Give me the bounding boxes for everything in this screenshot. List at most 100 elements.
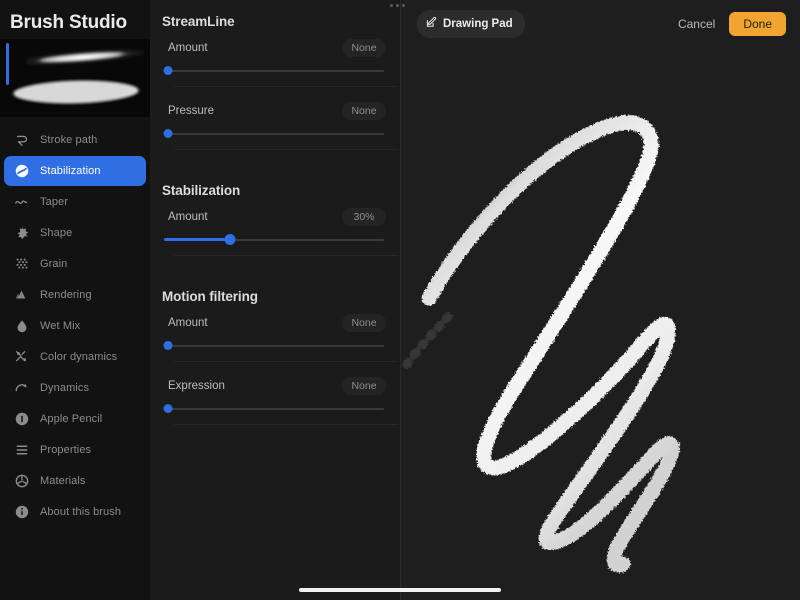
setting-row-head: Amount None bbox=[162, 39, 386, 57]
setting-row: Expression None bbox=[162, 377, 398, 425]
setting-row-head: Amount 30% bbox=[162, 208, 386, 226]
section-title-stabilization: Stabilization bbox=[162, 183, 241, 198]
setting-row: Amount None bbox=[162, 314, 398, 362]
slider-knob[interactable] bbox=[163, 341, 173, 350]
sidebar-item-materials[interactable]: Materials bbox=[4, 466, 146, 496]
shape-icon bbox=[12, 223, 32, 243]
setting-row: Amount None bbox=[162, 39, 398, 87]
setting-row-head: Expression None bbox=[162, 377, 386, 395]
setting-slider[interactable] bbox=[163, 66, 384, 76]
slider-track bbox=[164, 408, 384, 410]
sidebar-item-grain[interactable]: Grain bbox=[4, 249, 146, 279]
page-title: Brush Studio bbox=[10, 12, 127, 33]
sidebar-item-label: Materials bbox=[40, 475, 86, 487]
setting-row-head: Pressure None bbox=[162, 102, 386, 120]
sidebar-item-rendering[interactable]: Rendering bbox=[4, 280, 146, 310]
sidebar-item-properties[interactable]: Properties bbox=[4, 435, 146, 465]
slider-fill bbox=[164, 238, 230, 241]
slider-knob[interactable] bbox=[163, 404, 173, 413]
sidebar-item-about-this-brush[interactable]: About this brush bbox=[4, 497, 146, 527]
slider-track bbox=[164, 133, 384, 135]
info-icon bbox=[12, 502, 32, 522]
setting-label: Amount bbox=[168, 211, 208, 223]
grain-icon bbox=[12, 254, 32, 274]
sidebar-nav: Stroke path Stabilization Taper Shape Grain R… bbox=[0, 125, 150, 527]
row-divider bbox=[174, 86, 398, 87]
drawing-pane: Drawing Pad Cancel Done bbox=[390, 0, 800, 600]
setting-label: Amount bbox=[168, 42, 208, 54]
slider-knob[interactable] bbox=[224, 234, 236, 245]
sidebar-item-taper[interactable]: Taper bbox=[4, 187, 146, 217]
slider-track bbox=[164, 345, 384, 347]
sidebar-item-label: Dynamics bbox=[40, 382, 90, 394]
properties-icon bbox=[12, 440, 32, 460]
taper-icon bbox=[12, 192, 32, 212]
row-divider bbox=[174, 424, 398, 425]
stroke-path-icon bbox=[12, 130, 32, 150]
slider-knob[interactable] bbox=[163, 129, 173, 138]
toolbar-actions: Cancel Done bbox=[678, 12, 786, 36]
brush-stroke-artwork bbox=[402, 115, 680, 573]
rendering-icon bbox=[12, 285, 32, 305]
sidebar-item-stroke-path[interactable]: Stroke path bbox=[4, 125, 146, 155]
sidebar-item-label: Shape bbox=[40, 227, 73, 239]
dynamics-icon bbox=[12, 378, 32, 398]
setting-slider[interactable] bbox=[163, 129, 384, 139]
slider-knob[interactable] bbox=[163, 66, 173, 75]
setting-label: Amount bbox=[168, 317, 208, 329]
setting-row: Pressure None bbox=[162, 102, 398, 150]
brush-studio-window: Brush Studio Stroke path Stabilization Tap… bbox=[0, 0, 800, 600]
sidebar-item-wet-mix[interactable]: Wet Mix bbox=[4, 311, 146, 341]
setting-label: Expression bbox=[168, 380, 225, 392]
sidebar-item-label: Taper bbox=[40, 196, 69, 208]
sidebar-item-color-dynamics[interactable]: Color dynamics bbox=[4, 342, 146, 372]
section-title-streamline: StreamLine bbox=[162, 14, 235, 29]
row-divider bbox=[174, 255, 398, 256]
setting-label: Pressure bbox=[168, 105, 215, 117]
sidebar-item-label: Apple Pencil bbox=[40, 413, 103, 425]
sidebar: Brush Studio Stroke path Stabilization Tap… bbox=[0, 0, 150, 600]
setting-row: Amount 30% bbox=[162, 208, 398, 256]
setting-slider[interactable] bbox=[164, 234, 384, 245]
setting-row-head: Amount None bbox=[162, 314, 386, 332]
settings-panel: StreamLine Amount None Pressure None Stabiliz… bbox=[150, 0, 400, 600]
row-divider bbox=[174, 361, 398, 362]
brush-preview-stroke-solid bbox=[5, 73, 147, 111]
setting-slider[interactable] bbox=[163, 404, 384, 414]
setting-value: None bbox=[342, 102, 386, 120]
done-button[interactable]: Done bbox=[729, 12, 786, 36]
materials-icon bbox=[12, 471, 32, 491]
setting-value: None bbox=[342, 314, 386, 332]
brush-preview bbox=[0, 39, 150, 117]
sidebar-item-label: Stabilization bbox=[40, 165, 101, 177]
sidebar-item-dynamics[interactable]: Dynamics bbox=[4, 373, 146, 403]
sidebar-item-label: About this brush bbox=[40, 506, 122, 518]
sidebar-item-label: Properties bbox=[40, 444, 92, 456]
color-dynamics-icon bbox=[12, 347, 32, 367]
home-indicator bbox=[299, 588, 501, 592]
sidebar-item-label: Color dynamics bbox=[40, 351, 118, 363]
sidebar-item-label: Grain bbox=[40, 258, 68, 270]
drawing-pad-label: Drawing Pad bbox=[443, 18, 513, 30]
pencil-square-icon bbox=[426, 15, 437, 33]
sidebar-item-apple-pencil[interactable]: Apple Pencil bbox=[4, 404, 146, 434]
setting-value: 30% bbox=[342, 208, 386, 226]
setting-value: None bbox=[342, 377, 386, 395]
row-divider bbox=[174, 149, 398, 150]
drawing-pad-button[interactable]: Drawing Pad bbox=[417, 10, 525, 38]
cancel-button[interactable]: Cancel bbox=[678, 17, 715, 31]
section-title-motion-filtering: Motion filtering bbox=[162, 289, 258, 304]
brush-preview-stroke-soft bbox=[25, 44, 145, 70]
drawing-pad-toolbar: Drawing Pad Cancel Done bbox=[390, 0, 800, 48]
drawing-canvas[interactable] bbox=[401, 48, 800, 600]
sidebar-item-label: Stroke path bbox=[40, 134, 98, 146]
sidebar-item-stabilization[interactable]: Stabilization bbox=[4, 156, 146, 186]
setting-value: None bbox=[342, 39, 386, 57]
sidebar-item-shape[interactable]: Shape bbox=[4, 218, 146, 248]
slider-track bbox=[164, 70, 384, 72]
setting-slider[interactable] bbox=[163, 341, 384, 351]
sidebar-item-label: Rendering bbox=[40, 289, 92, 301]
three-dots-icon[interactable] bbox=[390, 4, 405, 7]
